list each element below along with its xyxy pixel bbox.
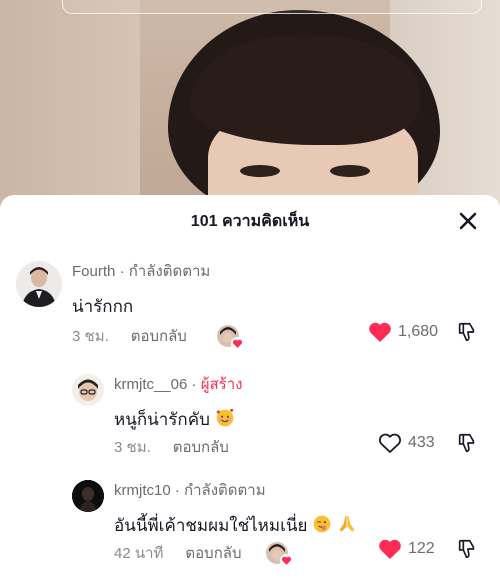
- comment-username[interactable]: krmjtc__06: [114, 376, 187, 393]
- smiling-face-with-hearts-emoji-icon: [216, 408, 233, 427]
- person-eye-left: [240, 165, 280, 177]
- comment-actions: 3 ชม. ตอบกลับ: [72, 324, 244, 350]
- follow-status: กำลังติดตาม: [184, 482, 266, 499]
- dislike-icon[interactable]: [456, 432, 478, 454]
- comment-time: 42 นาที: [114, 545, 164, 562]
- search-bar[interactable]: [62, 0, 482, 14]
- comment-meta: krmjtc10 · กำลังติดตาม: [114, 478, 357, 502]
- comment-username[interactable]: Fourth: [72, 263, 115, 280]
- comments-sheet: 101 ความคิดเห็น Fourth · กำลังติดตาม น่า…: [0, 195, 500, 585]
- comment-time: 3 ชม.: [114, 439, 151, 456]
- avatar[interactable]: [16, 261, 62, 307]
- heart-icon: [279, 554, 293, 567]
- like-button[interactable]: 122: [378, 538, 435, 560]
- dislike-icon[interactable]: [456, 538, 478, 560]
- meta-separator: ·: [170, 482, 185, 499]
- reply-button[interactable]: ตอบกลับ: [131, 324, 187, 348]
- heart-icon: [230, 337, 244, 350]
- folded-hands-emoji-icon: [339, 515, 355, 532]
- reply-button[interactable]: ตอบกลับ: [185, 541, 241, 565]
- comment-username[interactable]: krmjtc10: [114, 482, 171, 499]
- like-button[interactable]: 1,680: [368, 321, 438, 343]
- comment-text: หนูก็น่ารักคับ: [114, 406, 242, 433]
- meta-separator: ·: [115, 263, 129, 280]
- video-player[interactable]: [0, 0, 500, 215]
- comments-header: 101 ความคิดเห็น: [0, 195, 500, 247]
- comment-text-content: อันนี้พี่เค้าชมผมใช่ไหมเนี่ย: [114, 516, 308, 535]
- like-count: 433: [408, 434, 435, 451]
- avatar-image: [16, 261, 62, 307]
- person-fringe: [190, 35, 420, 145]
- person-eye-right: [330, 165, 370, 177]
- comment-meta: krmjtc__06 · ผู้สร้าง: [114, 372, 242, 396]
- comment-text: อันนี้พี่เค้าชมผมใช่ไหมเนี่ย: [114, 512, 357, 539]
- comments-title: 101 ความคิดเห็น: [190, 212, 310, 230]
- meta-separator: ·: [187, 376, 201, 393]
- avatar-image: [72, 480, 104, 512]
- like-button[interactable]: 433: [378, 432, 435, 454]
- close-button[interactable]: [456, 209, 480, 233]
- creator-label: ผู้สร้าง: [200, 376, 243, 393]
- creator-liked-badge: [265, 542, 293, 567]
- comment-text-content: หนูก็น่ารักคับ: [114, 410, 210, 429]
- heart-filled-icon: [369, 322, 391, 342]
- comment-time: 3 ชม.: [72, 328, 109, 345]
- follow-status: กำลังติดตาม: [128, 263, 211, 280]
- comment-actions: 42 นาที ตอบกลับ: [114, 541, 293, 567]
- avatar[interactable]: [72, 374, 104, 406]
- reply-button[interactable]: ตอบกลับ: [173, 435, 229, 459]
- comment-meta: Fourth · กำลังติดตาม: [72, 259, 210, 283]
- like-count: 1,680: [398, 323, 439, 340]
- close-icon: [459, 212, 477, 230]
- winking-face-with-tongue-emoji-icon: [313, 515, 331, 533]
- avatar-image: [72, 374, 104, 406]
- creator-liked-badge: [216, 325, 244, 350]
- like-count: 122: [408, 540, 435, 557]
- heart-outline-icon: [379, 433, 401, 453]
- heart-filled-icon: [379, 539, 401, 559]
- avatar[interactable]: [72, 480, 104, 512]
- comment-text: น่ารักกก: [72, 297, 134, 316]
- dislike-icon[interactable]: [456, 321, 478, 343]
- background-wall: [0, 0, 140, 215]
- comment-actions: 3 ชม. ตอบกลับ: [114, 435, 229, 459]
